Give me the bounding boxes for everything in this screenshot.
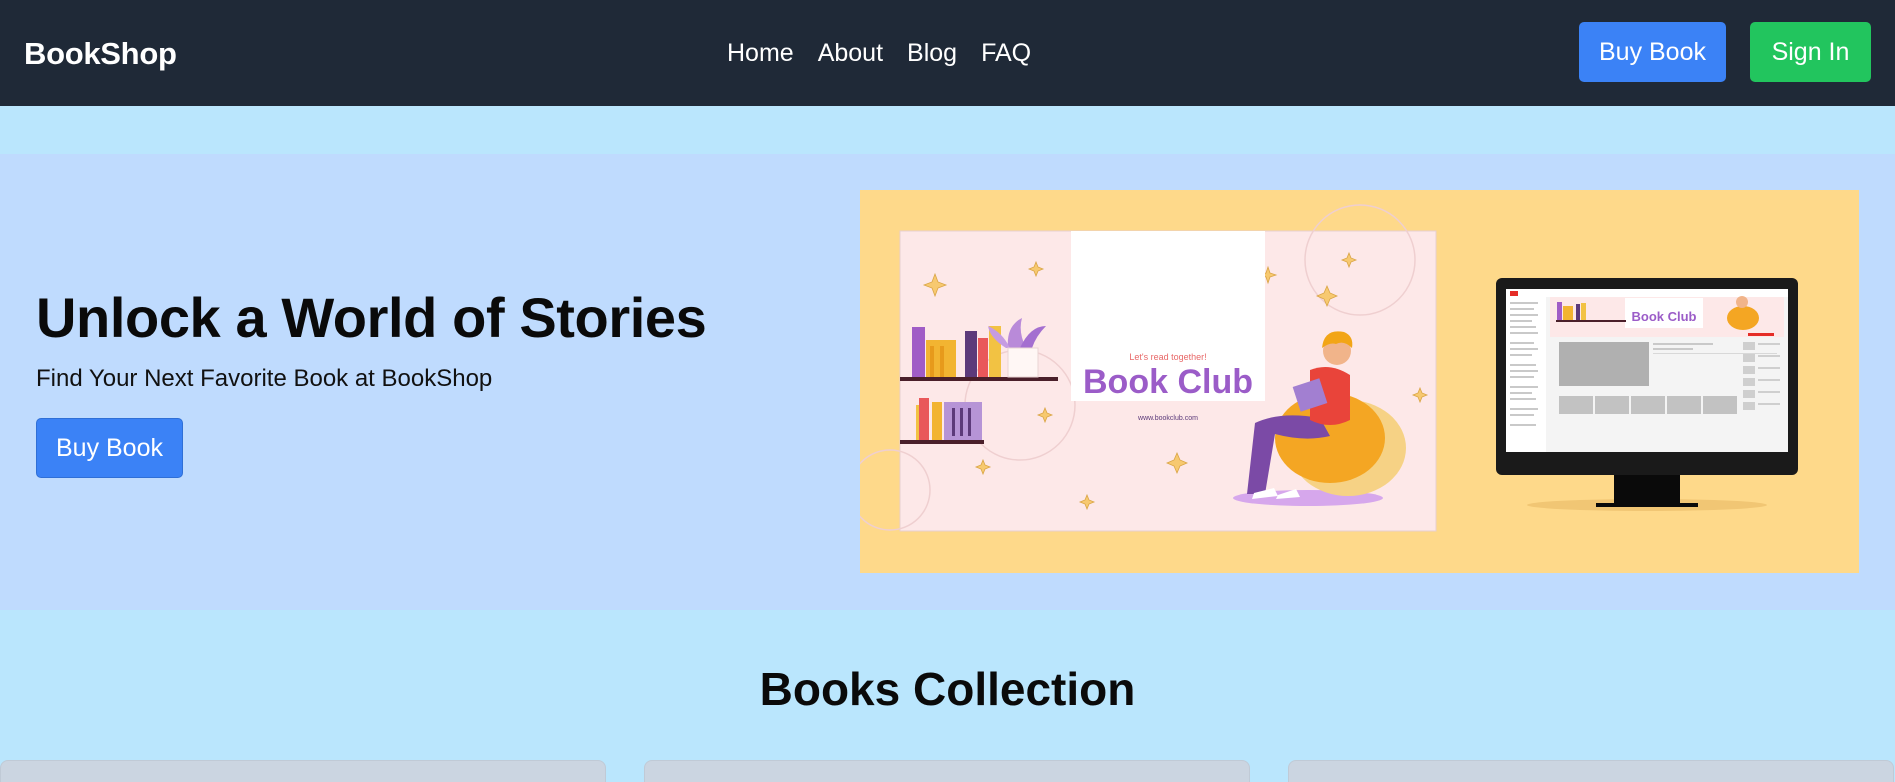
monitor-banner-heading: Book Club xyxy=(1632,309,1697,324)
books-collection-title: Books Collection xyxy=(759,663,1136,715)
nav-link-about[interactable]: About xyxy=(818,39,883,68)
banner-url: www.bookclub.com xyxy=(1137,415,1198,422)
brand-logo[interactable]: BookShop xyxy=(24,36,177,72)
book-card[interactable] xyxy=(1288,760,1894,782)
book-card[interactable] xyxy=(0,760,606,782)
banner-tagline: Let's read together! xyxy=(1129,352,1206,362)
nav-link-faq[interactable]: FAQ xyxy=(981,39,1031,68)
nav-links: Home About Blog FAQ xyxy=(727,39,1031,68)
monitor-illustration: Book Club xyxy=(1496,278,1798,511)
book-club-banner: Let's read together! Book Club www.bookc… xyxy=(860,204,1437,532)
nav-link-blog[interactable]: Blog xyxy=(907,39,957,68)
nav-link-home[interactable]: Home xyxy=(727,39,794,68)
hero-illustration: Let's read together! Book Club www.bookc… xyxy=(860,190,1859,573)
sign-in-button[interactable]: Sign In xyxy=(1750,22,1871,82)
buy-book-button[interactable]: Buy Book xyxy=(1579,22,1726,82)
hero-buy-book-button[interactable]: Buy Book xyxy=(36,418,183,478)
banner-heading: Book Club xyxy=(1083,363,1253,401)
hero-section: Unlock a World of Stories Find Your Next… xyxy=(0,154,1895,610)
book-card[interactable] xyxy=(644,760,1250,782)
hero-title: Unlock a World of Stories xyxy=(36,286,707,349)
navbar: BookShop Home About Blog FAQ Buy Book Si… xyxy=(0,0,1895,106)
hero-subtitle: Find Your Next Favorite Book at BookShop xyxy=(36,365,493,392)
